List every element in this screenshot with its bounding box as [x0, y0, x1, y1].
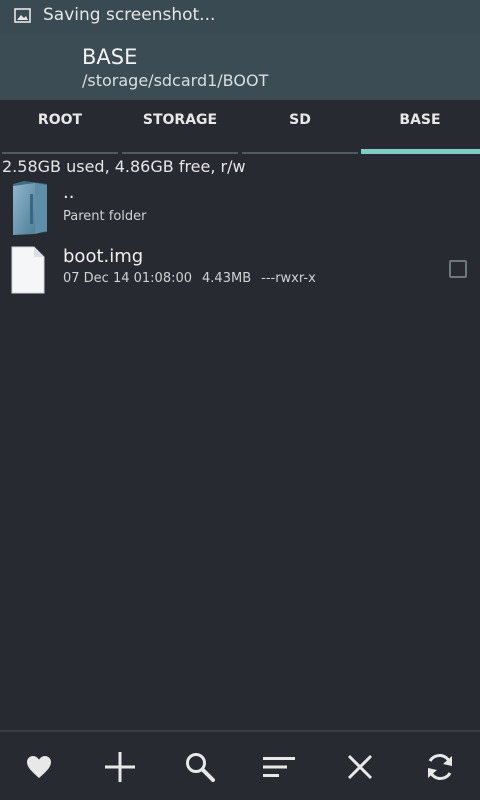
search-icon	[186, 753, 215, 782]
file-permissions: ---rwxr-x	[261, 271, 316, 286]
list-item-file[interactable]: boot.img 07 Dec 14 01:08:00 4.43MB ---rwxr…	[0, 240, 480, 302]
refresh-button[interactable]	[420, 750, 460, 784]
image-icon	[14, 8, 31, 23]
file-details: 07 Dec 14 01:08:00 4.43MB ---rwxr-x	[63, 271, 326, 286]
status-text: Saving screenshot...	[43, 5, 216, 25]
storage-info: 2.58GB used, 4.86GB free, r/w	[2, 157, 246, 176]
tab-label: STORAGE	[142, 112, 218, 128]
action-bar: BASE /storage/sdcard1/BOOT	[0, 33, 480, 100]
tab-indicator	[242, 152, 358, 154]
plus-icon	[105, 752, 135, 782]
file-subtitle: Parent folder	[63, 209, 147, 224]
tab-label: BASE	[399, 112, 441, 128]
tab-indicator	[122, 152, 238, 154]
file-name: ..	[63, 182, 75, 203]
add-button[interactable]	[100, 750, 140, 784]
tab-indicator-active	[361, 149, 480, 154]
tab-label: SD	[289, 112, 311, 128]
status-bar: Saving screenshot...	[0, 0, 480, 33]
tab-base[interactable]: BASE	[360, 100, 480, 154]
close-icon	[347, 754, 373, 780]
close-button[interactable]	[340, 750, 380, 784]
file-size: 4.43MB	[202, 271, 252, 286]
sort-icon	[263, 757, 295, 777]
file-select-checkbox[interactable]	[449, 260, 467, 278]
tab-root[interactable]: ROOT	[0, 100, 120, 154]
tab-indicator	[2, 152, 118, 154]
bottom-toolbar	[0, 730, 480, 800]
tab-label: ROOT	[37, 112, 83, 128]
file-icon	[11, 246, 45, 294]
folder-icon	[13, 181, 47, 235]
file-date: 07 Dec 14 01:08:00	[63, 271, 193, 286]
current-folder-title: BASE	[82, 45, 138, 69]
favorites-button[interactable]	[19, 750, 59, 784]
tab-sd[interactable]: SD	[240, 100, 360, 154]
tab-bar: ROOT STORAGE SD BASE	[0, 100, 480, 154]
current-path[interactable]: /storage/sdcard1/BOOT	[82, 71, 268, 90]
list-item-parent-folder[interactable]: .. Parent folder	[0, 178, 480, 240]
search-button[interactable]	[180, 750, 220, 784]
heart-icon	[27, 756, 51, 778]
tab-storage[interactable]: STORAGE	[120, 100, 240, 154]
file-name: boot.img	[63, 246, 144, 267]
sort-button[interactable]	[259, 750, 299, 784]
refresh-icon	[428, 754, 452, 780]
